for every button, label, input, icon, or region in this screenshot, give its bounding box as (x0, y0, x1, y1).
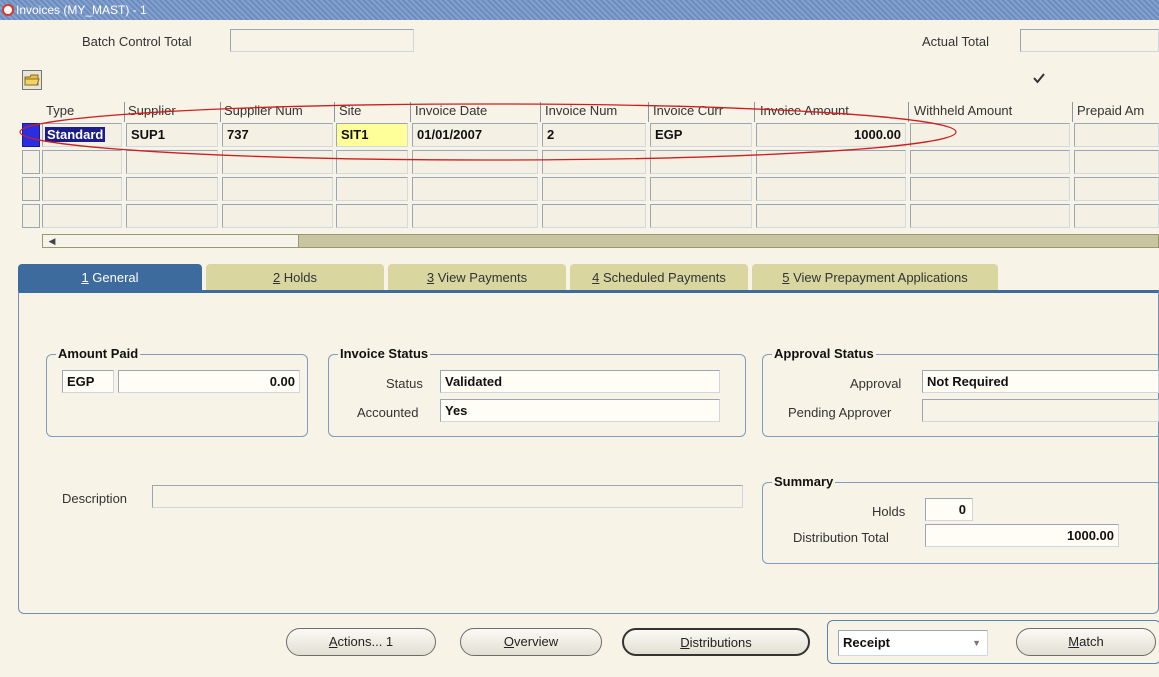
summary-title: Summary (772, 474, 836, 489)
table-cell[interactable] (1074, 204, 1159, 228)
btn-label: ctions... 1 (337, 634, 394, 649)
holds-label: Holds (872, 504, 906, 519)
btn-label: istributions (689, 635, 752, 650)
match-button[interactable]: Match (1016, 628, 1156, 656)
table-cell[interactable] (42, 177, 122, 201)
invoice-status-group (328, 354, 746, 437)
accounted-label: Accounted (357, 405, 419, 420)
col-separator (1072, 102, 1073, 122)
table-cell[interactable] (756, 177, 906, 201)
btn-accel: M (1068, 634, 1080, 649)
table-cell[interactable] (42, 204, 122, 228)
btn-label: atch (1079, 634, 1104, 649)
tab-accel: 2 (272, 270, 281, 285)
window-titlebar: Invoices (MY_MAST) - 1 (0, 0, 1159, 20)
status-label: Status (386, 376, 423, 391)
distribution-total-label: Distribution Total (793, 530, 889, 545)
approval-field[interactable]: Not Required (922, 370, 1159, 393)
table-cell[interactable] (336, 204, 408, 228)
table-cell[interactable] (910, 177, 1070, 201)
table-cell[interactable] (910, 204, 1070, 228)
tab-label: View Prepayment Applications (793, 270, 968, 285)
tab-label: Holds (283, 270, 318, 285)
table-cell[interactable] (1074, 177, 1159, 201)
btn-accel: O (503, 634, 515, 649)
row-selector[interactable] (22, 204, 40, 228)
table-cell[interactable] (650, 204, 752, 228)
description-field[interactable] (152, 485, 743, 508)
scroll-left-icon[interactable]: ◀ (45, 235, 59, 247)
receipt-select[interactable]: Receipt ▼ (838, 630, 988, 656)
row-selector[interactable] (22, 177, 40, 201)
pending-approver-field[interactable] (922, 399, 1159, 422)
pending-approver-label: Pending Approver (788, 405, 892, 420)
chevron-down-icon[interactable]: ▼ (972, 631, 981, 655)
table-cell-prepaid-amount[interactable] (1074, 123, 1159, 147)
tab-view-payments[interactable]: 3 View Payments (388, 264, 566, 291)
holds-count-field[interactable]: 0 (925, 498, 973, 521)
tab-label: View Payments (437, 270, 528, 285)
approval-label: Approval (850, 376, 902, 391)
table-cell[interactable] (756, 204, 906, 228)
scrollbar-thumb[interactable] (43, 235, 299, 247)
amount-paid-title: Amount Paid (56, 346, 141, 361)
general-tab-panel (18, 290, 1159, 614)
tab-accel: 3 (426, 270, 435, 285)
tab-label: General (92, 270, 139, 285)
overview-button[interactable]: Overview (460, 628, 602, 656)
batch-control-total-label: Batch Control Total (82, 34, 192, 49)
invoice-status-title: Invoice Status (338, 346, 431, 361)
tab-scheduled-payments[interactable]: 4 Scheduled Payments (570, 264, 748, 291)
amount-paid-group (46, 354, 308, 437)
tab-accel: 5 (782, 270, 790, 285)
table-cell[interactable] (412, 204, 538, 228)
tab-accel: 1 (81, 270, 89, 285)
table-cell[interactable] (542, 204, 646, 228)
table-cell[interactable] (222, 177, 333, 201)
table-cell[interactable] (126, 204, 218, 228)
approval-status-title: Approval Status (772, 346, 876, 361)
folder-icon[interactable] (22, 70, 42, 90)
table-cell[interactable] (650, 177, 752, 201)
col-prepaid-amount: Prepaid Am (1077, 103, 1145, 118)
tab-general[interactable]: 1 General (18, 264, 202, 291)
status-field[interactable]: Validated (440, 370, 720, 393)
amount-paid-currency[interactable]: EGP (62, 370, 114, 393)
table-cell[interactable] (1074, 150, 1159, 174)
tab-label: Scheduled Payments (603, 270, 726, 285)
btn-label: verview (514, 634, 559, 649)
summary-group (762, 482, 1159, 564)
amount-paid-value[interactable]: 0.00 (118, 370, 300, 393)
select-checkbox[interactable] (1032, 71, 1046, 85)
accounted-field[interactable]: Yes (440, 399, 720, 422)
distribution-total-field[interactable]: 1000.00 (925, 524, 1119, 547)
window-title: Invoices (MY_MAST) - 1 (16, 3, 147, 17)
distributions-button[interactable]: Distributions (622, 628, 810, 656)
actions-button[interactable]: Actions... 1 (286, 628, 436, 656)
horizontal-scrollbar[interactable]: ◀ (42, 234, 1159, 248)
tab-view-prepayment-applications[interactable]: 5 View Prepayment Applications (752, 264, 998, 291)
table-cell[interactable] (542, 177, 646, 201)
table-cell[interactable] (222, 204, 333, 228)
approval-status-group (762, 354, 1159, 437)
btn-accel: D (680, 635, 690, 650)
table-cell[interactable] (336, 177, 408, 201)
tab-accel: 4 (592, 270, 600, 285)
batch-control-total-field[interactable] (230, 29, 414, 52)
annotation-ellipse (19, 103, 957, 161)
actual-total-label: Actual Total (922, 34, 989, 49)
table-cell[interactable] (126, 177, 218, 201)
oracle-icon (2, 4, 14, 16)
actual-total-field[interactable] (1020, 29, 1159, 52)
table-cell[interactable] (412, 177, 538, 201)
receipt-value: Receipt (843, 635, 890, 650)
btn-accel: A (328, 634, 338, 649)
description-label: Description (62, 491, 128, 506)
tab-holds[interactable]: 2 Holds (206, 264, 384, 291)
